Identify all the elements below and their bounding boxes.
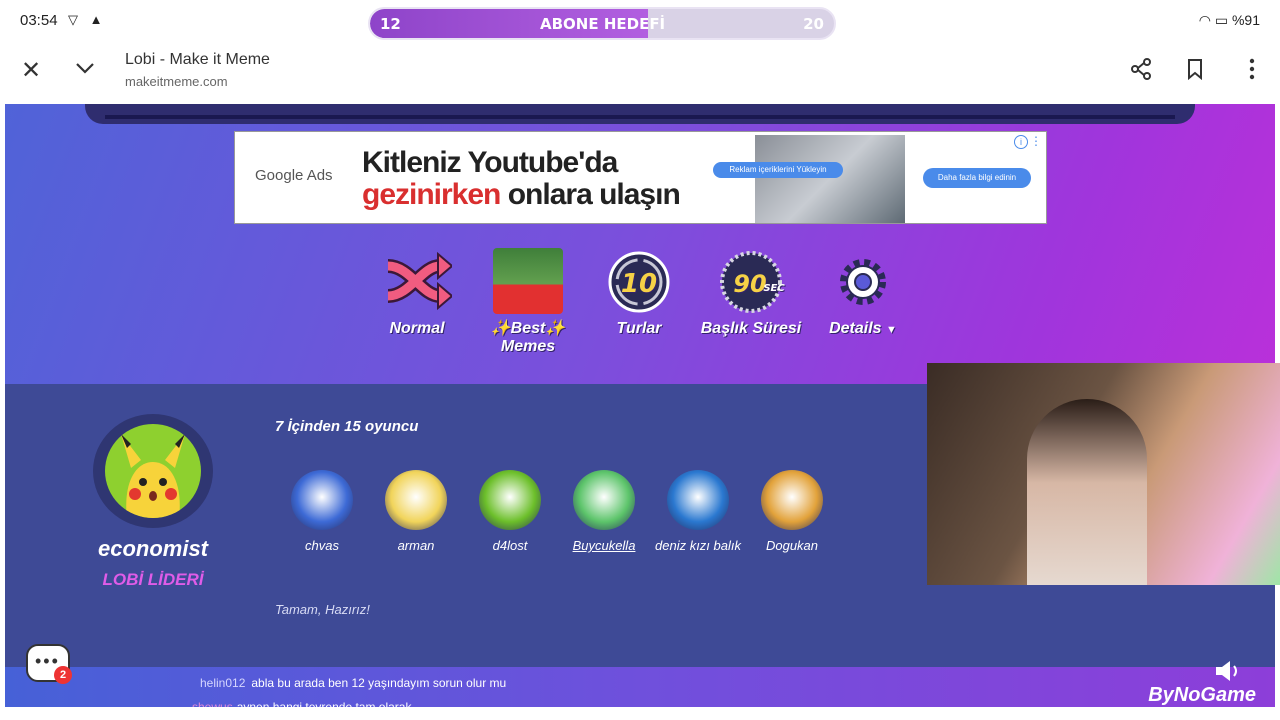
- ad-headline-1: Kitleniz Youtube'da: [362, 146, 618, 179]
- chat-message: helin012 abla bu arada ben 12 yaşındayım …: [200, 676, 506, 690]
- ad-learn-more-button[interactable]: Daha fazla bilgi edinin: [923, 168, 1031, 188]
- android-nav-bar: [0, 707, 1280, 720]
- player-name: Buycukella: [572, 538, 636, 553]
- option-mode-label: Normal: [389, 320, 445, 337]
- ad-upload-pill[interactable]: Reklam içeriklerini Yükleyin: [713, 162, 843, 178]
- leader-avatar-image: [105, 424, 201, 518]
- avatar: [761, 470, 823, 530]
- player-name: deniz kızı balık: [655, 538, 741, 553]
- avatar: [93, 414, 213, 528]
- player-name: arman: [397, 538, 435, 553]
- shuffle-icon: [382, 250, 454, 316]
- subscriber-goal-bar: 12 ABONE HEDEFİ 20: [368, 7, 836, 40]
- option-caption-time[interactable]: 90 SEC Başlık Süresi: [696, 250, 806, 338]
- timer-90-icon: 90 SEC: [716, 250, 786, 316]
- unread-badge: 2: [54, 666, 72, 684]
- status-icons: ▽ ▲: [68, 12, 107, 27]
- player-count: 7 İçinden 15 oyuncu: [275, 418, 419, 435]
- timer-value: 90: [733, 270, 766, 298]
- streamer-image: [1027, 399, 1147, 585]
- status-time: 03:54: [20, 12, 58, 29]
- player-card[interactable]: Buycukella: [557, 470, 651, 553]
- share-icon[interactable]: [1130, 58, 1152, 80]
- ad-info-icon[interactable]: i: [1014, 135, 1028, 149]
- subscriber-goal-current: 12: [380, 15, 401, 33]
- meme-thumb-icon: [493, 248, 563, 314]
- battery-icon: ▭: [1214, 12, 1229, 28]
- ad-banner[interactable]: Google Ads Kitleniz Youtube'da gezinirke…: [234, 131, 1047, 224]
- option-meme-pack[interactable]: ✨Best✨ Memes: [473, 248, 583, 356]
- ad-headline-rest: onlara ulaşın: [507, 178, 681, 211]
- wifi-icon: ◠: [1198, 12, 1211, 28]
- rounds-value: 10: [621, 269, 657, 299]
- player-card[interactable]: arman: [369, 470, 463, 553]
- subscriber-goal-target: 20: [803, 15, 824, 33]
- ad-image: [755, 135, 905, 223]
- avatar: [573, 470, 635, 530]
- player-name: d4lost: [492, 538, 528, 553]
- player-card[interactable]: d4lost: [463, 470, 557, 553]
- avatar: [291, 470, 353, 530]
- player-name: chvas: [305, 538, 339, 553]
- chat-text: abla bu arada ben 12 yaşındayım sorun ol…: [251, 676, 507, 690]
- bookmark-icon[interactable]: [1186, 58, 1204, 80]
- avatar: [385, 470, 447, 530]
- overlay-brand-logo: ByNoGame: [1148, 684, 1256, 706]
- close-icon[interactable]: ✕: [21, 56, 41, 85]
- lobby-leader: economist LOBİ LİDERİ: [93, 414, 213, 590]
- gear-icon: [828, 250, 898, 316]
- option-rounds[interactable]: 10 Turlar: [584, 250, 694, 338]
- rounds-10-icon: 10: [604, 250, 674, 316]
- ready-status: Tamam, Hazırız!: [275, 602, 370, 617]
- webcam-overlay: [927, 363, 1280, 585]
- chat-dots-icon: •••: [35, 651, 60, 671]
- avatar: [667, 470, 729, 530]
- page-title: Lobi - Make it Meme: [125, 51, 270, 68]
- player-card[interactable]: chvas: [275, 470, 369, 553]
- player-card[interactable]: Dogukan: [745, 470, 839, 553]
- avatar: [479, 470, 541, 530]
- more-options-icon[interactable]: [1249, 58, 1255, 80]
- chat-user: helin012: [200, 676, 246, 690]
- game-top-bar: [85, 104, 1195, 124]
- option-meme-pack-label: ✨Best✨ Memes: [490, 320, 566, 355]
- ad-headline-red: gezinirken: [362, 178, 501, 211]
- option-details[interactable]: Details ▼: [808, 250, 918, 338]
- google-ads-logo: Google Ads: [255, 167, 333, 184]
- caret-down-icon: ▼: [886, 324, 897, 336]
- chat-bubble-button[interactable]: ••• 2: [26, 644, 72, 684]
- subscriber-goal-label: ABONE HEDEFİ: [540, 15, 666, 33]
- leader-name: economist: [97, 536, 209, 561]
- page-url: makeitmeme.com: [125, 74, 228, 89]
- battery-level: %91: [1231, 12, 1260, 28]
- chevron-down-icon[interactable]: [73, 56, 97, 80]
- browser-toolbar: ✕ Lobi - Make it Meme makeitmeme.com: [5, 44, 1275, 104]
- timer-unit: SEC: [763, 283, 785, 294]
- option-caption-time-label: Başlık Süresi: [700, 320, 802, 337]
- option-mode[interactable]: Normal: [362, 250, 472, 338]
- player-name: Dogukan: [765, 538, 819, 553]
- speaker-icon: [1216, 661, 1237, 681]
- option-details-label-row: Details ▼: [808, 320, 918, 338]
- player-card[interactable]: deniz kızı balık: [651, 470, 745, 553]
- ad-menu-icon[interactable]: ⋮: [1030, 134, 1042, 148]
- leader-role: LOBİ LİDERİ: [102, 570, 204, 589]
- status-right: ◠ ▭ %91: [1199, 12, 1260, 29]
- option-details-label: Details: [829, 320, 882, 337]
- ad-headline-2: gezinirken onlara ulaşın: [362, 178, 681, 212]
- option-rounds-label: Turlar: [616, 320, 662, 337]
- screen: 03:54 ▽ ▲ ◠ ▭ %91 12 ABONE HEDEFİ 20 ✕ L…: [0, 0, 1280, 720]
